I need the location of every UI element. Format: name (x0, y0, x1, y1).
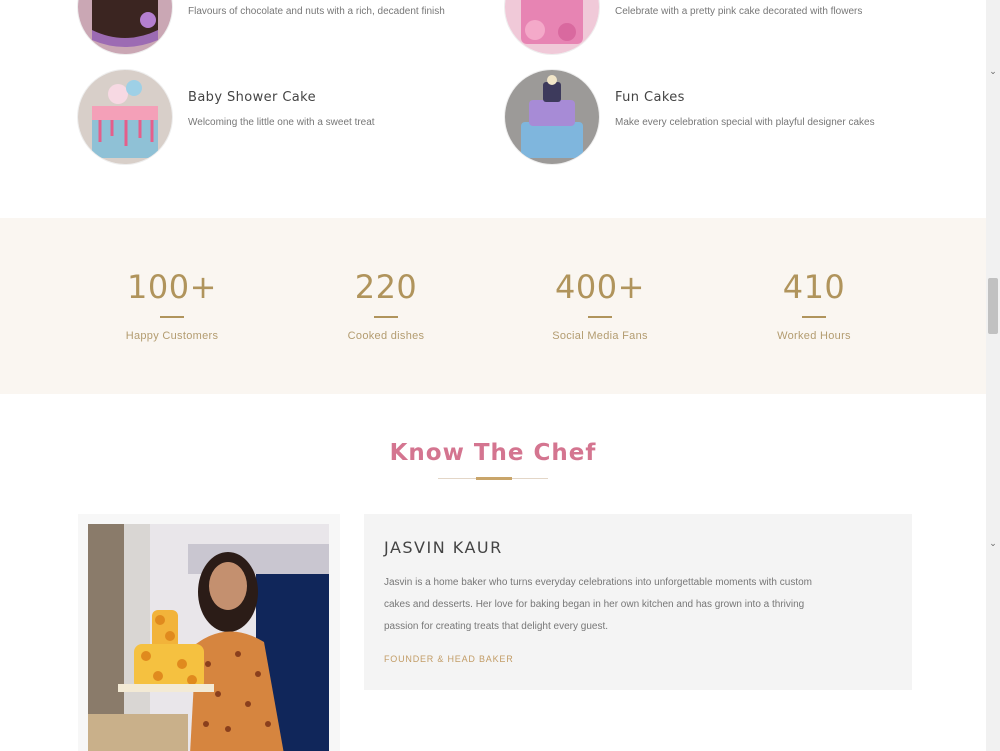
scrollbar-thumb[interactable] (988, 278, 998, 334)
chef-photo-frame (78, 514, 340, 751)
counter-divider (374, 316, 398, 318)
counter-value: 220 (354, 268, 418, 306)
counter-worked-hours: 410 Worked Hours (714, 268, 914, 342)
counter-social-media-fans: 400+ Social Media Fans (500, 268, 700, 342)
chevron-down-icon[interactable]: ⌄ (988, 538, 998, 548)
cake-description: Make every celebration special with play… (615, 117, 875, 128)
counter-happy-customers: 100+ Happy Customers (72, 268, 272, 342)
chevron-down-icon[interactable]: ⌄ (988, 66, 998, 76)
title-divider-accent (476, 477, 512, 480)
chef-bio-line: passion for creating treats that delight… (384, 621, 609, 632)
cake-name: Fun Cakes (615, 90, 685, 105)
cake-description: Welcoming the little one with a sweet tr… (188, 117, 375, 128)
counter-label: Social Media Fans (552, 330, 648, 342)
cake-item[interactable]: Fun Cakes Make every celebration special… (505, 70, 875, 164)
counter-cooked-dishes: 220 Cooked dishes (286, 268, 486, 342)
cake-item[interactable]: Celebrate with a pretty pink cake decora… (505, 0, 862, 54)
chef-bio: Jasvin is a home baker who turns everyda… (384, 572, 884, 638)
chef-info-card: JASVIN KAUR Jasvin is a home baker who t… (364, 514, 912, 690)
cake-items-section: Flavours of chocolate and nuts with a ri… (0, 0, 986, 218)
counter-value: 410 (782, 268, 846, 306)
counter-label: Happy Customers (125, 330, 219, 342)
chef-bio-line: Jasvin is a home baker who turns everyda… (384, 577, 812, 588)
vertical-scrollbar[interactable]: ⌄ ⌄ (986, 0, 1000, 751)
fun-cake-image[interactable] (505, 70, 599, 164)
pink-cake-image[interactable] (505, 0, 599, 54)
cake-item[interactable]: Flavours of chocolate and nuts with a ri… (78, 0, 445, 54)
baby-shower-cake-image[interactable] (78, 70, 172, 164)
counter-divider (160, 316, 184, 318)
counter-value: 100+ (127, 268, 217, 306)
counter-divider (588, 316, 612, 318)
cake-item[interactable]: Baby Shower Cake Welcoming the little on… (78, 70, 375, 164)
counter-value: 400+ (555, 268, 645, 306)
chocolate-cake-image[interactable] (78, 0, 172, 54)
cake-name: Baby Shower Cake (188, 90, 317, 105)
chef-photo (88, 524, 329, 751)
counter-divider (802, 316, 826, 318)
counter-label: Cooked dishes (347, 330, 425, 342)
chef-bio-line: cakes and desserts. Her love for baking … (384, 599, 805, 610)
stats-counters-section: 100+ Happy Customers 220 Cooked dishes 4… (0, 218, 986, 394)
chef-role: FOUNDER & HEAD BAKER (384, 654, 514, 664)
section-title: Know The Chef (389, 440, 597, 466)
cake-description: Celebrate with a pretty pink cake decora… (615, 6, 863, 17)
cake-description: Flavours of chocolate and nuts with a ri… (188, 6, 445, 17)
chef-name: JASVIN KAUR (384, 538, 503, 557)
counter-label: Worked Hours (777, 330, 851, 342)
